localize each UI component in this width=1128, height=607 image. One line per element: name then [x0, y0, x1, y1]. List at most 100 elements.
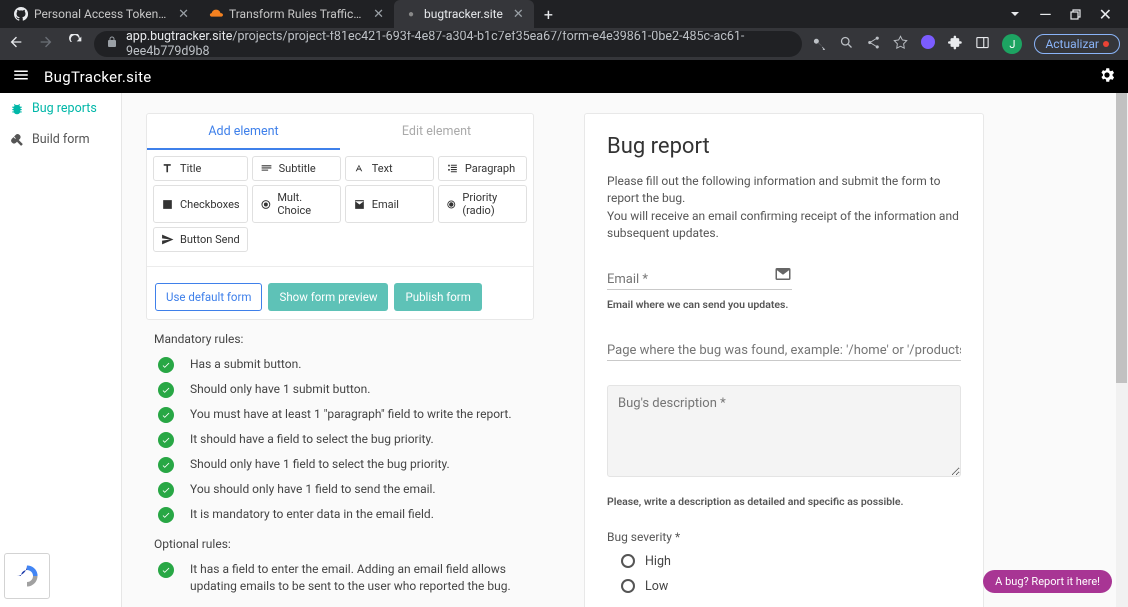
- check-icon: [158, 482, 174, 498]
- element-button-send[interactable]: Button Send: [153, 227, 248, 252]
- minimize-icon[interactable]: —: [1039, 5, 1052, 24]
- update-dot-icon: [1103, 41, 1109, 47]
- use-default-form-button[interactable]: Use default form: [155, 283, 262, 311]
- check-icon: [158, 507, 174, 523]
- browser-tab-0[interactable]: Personal Access Tokens (Class ✕: [4, 0, 199, 28]
- browser-tab-1[interactable]: Transform Rules Traffic seque ✕: [199, 0, 394, 28]
- severity-label: Bug severity *: [607, 530, 961, 544]
- gear-icon[interactable]: [1098, 66, 1116, 88]
- check-icon: [158, 457, 174, 473]
- tab-add-element[interactable]: Add element: [147, 114, 340, 150]
- tab-title: Transform Rules Traffic seque: [229, 7, 363, 21]
- form-preview-panel: Bug report Please fill out the following…: [584, 113, 984, 607]
- publish-form-button[interactable]: Publish form: [394, 283, 481, 311]
- show-preview-button[interactable]: Show form preview: [268, 283, 388, 311]
- close-icon[interactable]: ✕: [178, 7, 189, 22]
- optional-rules-title: Optional rules:: [154, 537, 526, 551]
- sidebar-item-bug-reports[interactable]: Bug reports: [0, 93, 121, 124]
- check-icon: [158, 357, 174, 373]
- recaptcha-icon: [15, 564, 39, 588]
- element-email[interactable]: Email: [345, 185, 434, 223]
- app-title: BugTracker.site: [44, 68, 152, 86]
- back-icon[interactable]: [8, 34, 24, 54]
- forward-icon: [38, 34, 54, 54]
- text-icon: [353, 162, 366, 175]
- radio-icon: [621, 579, 635, 593]
- sidebar-item-label: Build form: [32, 132, 90, 147]
- tab-title: Personal Access Tokens (Class: [34, 7, 168, 21]
- reload-icon[interactable]: [68, 34, 84, 54]
- rule-item: Has a submit button.: [154, 352, 526, 377]
- maximize-icon[interactable]: [1070, 5, 1081, 24]
- email-icon: [774, 265, 792, 287]
- dot-icon: ●: [404, 7, 418, 21]
- extension-icon-1[interactable]: [920, 34, 936, 54]
- email-field[interactable]: [607, 272, 774, 287]
- check-icon: [158, 562, 174, 578]
- rule-item: You must have at least 1 "paragraph" fie…: [154, 402, 526, 427]
- report-bug-pill[interactable]: A bug? Report it here!: [983, 570, 1112, 593]
- rule-item: You should only have 1 field to send the…: [154, 477, 526, 502]
- update-label: Actualizar: [1045, 37, 1099, 51]
- page-field[interactable]: [607, 343, 961, 358]
- lock-icon: [106, 36, 118, 52]
- update-button[interactable]: Actualizar: [1034, 34, 1120, 54]
- star-icon[interactable]: [893, 35, 908, 54]
- rule-item: It is mandatory to enter data in the ema…: [154, 502, 526, 527]
- mandatory-rules-title: Mandatory rules:: [154, 332, 526, 346]
- close-window-icon[interactable]: ✕: [1099, 5, 1112, 24]
- rule-text: It is mandatory to enter data in the ema…: [186, 506, 434, 523]
- zoom-icon[interactable]: [839, 35, 854, 54]
- subtitle-icon: [260, 162, 273, 175]
- recaptcha-badge[interactable]: [4, 553, 50, 599]
- app-header: BugTracker.site: [0, 60, 1128, 93]
- sidebar: Bug reports Build form: [0, 93, 122, 607]
- rule-text: Should only have 1 submit button.: [186, 381, 370, 398]
- element-paragraph[interactable]: Paragraph: [438, 156, 527, 181]
- form-title: Bug report: [607, 134, 961, 159]
- checkbox-icon: [161, 198, 174, 211]
- rule-text: You must have at least 1 "paragraph" fie…: [186, 406, 511, 423]
- key-icon[interactable]: [812, 35, 827, 54]
- element-priority[interactable]: Priority (radio): [438, 185, 527, 223]
- element-title[interactable]: Title: [153, 156, 248, 181]
- element-text[interactable]: Text: [345, 156, 434, 181]
- element-checkboxes[interactable]: Checkboxes: [153, 185, 248, 223]
- browser-tabs: Personal Access Tokens (Class ✕ Transfor…: [0, 0, 1128, 28]
- chevron-down-icon[interactable]: [1009, 5, 1021, 24]
- tab-edit-element[interactable]: Edit element: [340, 114, 533, 150]
- avatar[interactable]: J: [1002, 34, 1022, 54]
- address-row: app.bugtracker.site/projects/project-f81…: [0, 28, 1128, 60]
- rule-item: Should only have 1 field to select the b…: [154, 452, 526, 477]
- element-subtitle[interactable]: Subtitle: [252, 156, 341, 181]
- url-input[interactable]: app.bugtracker.site/projects/project-f81…: [94, 31, 802, 57]
- close-icon[interactable]: ✕: [513, 7, 524, 22]
- severity-option-low[interactable]: Low: [607, 579, 961, 594]
- rule-item: It should have a field to select the bug…: [154, 427, 526, 452]
- severity-option-high[interactable]: High: [607, 554, 961, 569]
- sidebar-item-build-form[interactable]: Build form: [0, 124, 121, 155]
- extensions-icon[interactable]: [948, 35, 963, 54]
- description-helper: Please, write a description as detailed …: [607, 495, 961, 508]
- rule-text: You should only have 1 field to send the…: [186, 481, 436, 498]
- share-icon[interactable]: [866, 35, 881, 54]
- rule-text: Has a submit button.: [186, 356, 301, 373]
- sidepanel-icon[interactable]: [975, 35, 990, 54]
- menu-icon[interactable]: [12, 66, 30, 88]
- new-tab-button[interactable]: +: [534, 5, 563, 24]
- close-icon[interactable]: ✕: [373, 7, 384, 22]
- browser-tab-2[interactable]: ● bugtracker.site ✕: [394, 0, 534, 28]
- rule-item: Should only have 1 submit button.: [154, 377, 526, 402]
- bug-description-field[interactable]: [607, 385, 961, 477]
- rule-text: It has a field to enter the email. Addin…: [186, 561, 526, 595]
- cloudflare-icon: [209, 7, 223, 21]
- scrollbar[interactable]: [1116, 93, 1128, 607]
- elements-grid: Title Subtitle Text Paragraph Checkboxes…: [147, 150, 533, 258]
- scrollbar-thumb[interactable]: [1116, 93, 1127, 383]
- title-icon: [161, 162, 174, 175]
- radio-icon: [260, 198, 272, 211]
- element-mult-choice[interactable]: Mult. Choice: [252, 185, 341, 223]
- form-description: Please fill out the following informatio…: [607, 173, 961, 243]
- bug-icon: [10, 102, 24, 116]
- rule-text: It should have a field to select the bug…: [186, 431, 434, 448]
